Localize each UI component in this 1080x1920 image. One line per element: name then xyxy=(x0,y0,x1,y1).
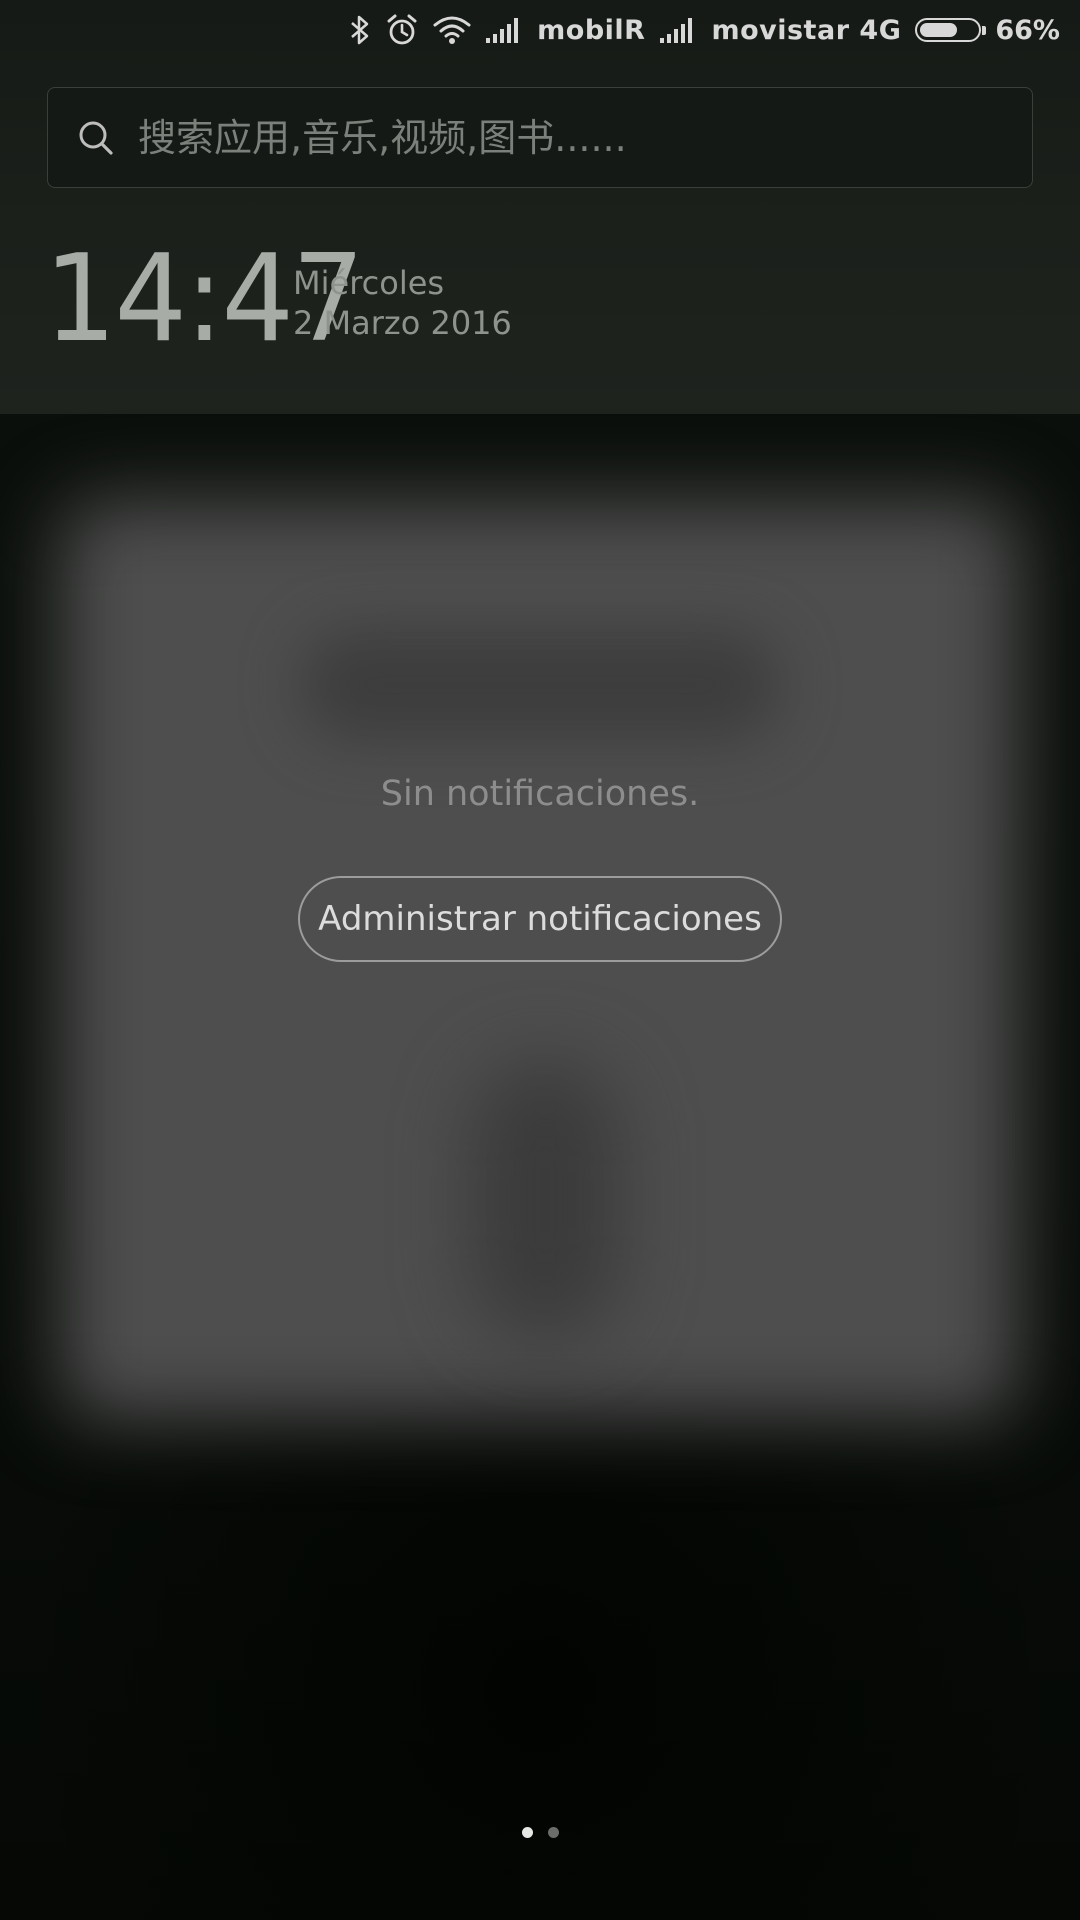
search-input[interactable] xyxy=(136,106,1032,169)
date-label: 2 Marzo 2016 xyxy=(293,304,512,342)
search-bar[interactable] xyxy=(47,87,1033,188)
battery-level xyxy=(920,23,958,37)
battery-icon xyxy=(915,18,987,42)
page-dot-2 xyxy=(547,1827,559,1838)
carrier-name-2: movistar 4G xyxy=(711,14,902,46)
battery-percentage: 66% xyxy=(995,14,1060,46)
no-notifications-text: Sin notificaciones. xyxy=(380,774,700,814)
clock-hours: 14 xyxy=(44,227,187,369)
blurred-shape xyxy=(470,1060,620,1340)
bluetooth-icon xyxy=(351,15,369,45)
lock-screen: mobilR movistar 4G 66% 14:47 Miércoles 2… xyxy=(0,0,1080,1920)
clock-separator: : xyxy=(185,227,223,369)
blurred-shape xyxy=(300,630,780,740)
search-icon xyxy=(79,121,113,155)
wifi-icon xyxy=(433,16,471,44)
manage-notifications-button[interactable]: Administrar notificaciones xyxy=(298,876,782,962)
carrier-name-1: mobilR xyxy=(537,14,646,46)
weekday-label: Miércoles xyxy=(293,264,445,302)
date-block: Miércoles 2 Marzo 2016 xyxy=(293,263,512,343)
page-dot-1 xyxy=(521,1827,533,1838)
signal-icon xyxy=(660,18,693,43)
page-indicator xyxy=(0,1827,1080,1838)
alarm-icon xyxy=(387,14,417,45)
signal-icon xyxy=(486,18,519,43)
status-bar: mobilR movistar 4G 66% xyxy=(349,0,1060,60)
